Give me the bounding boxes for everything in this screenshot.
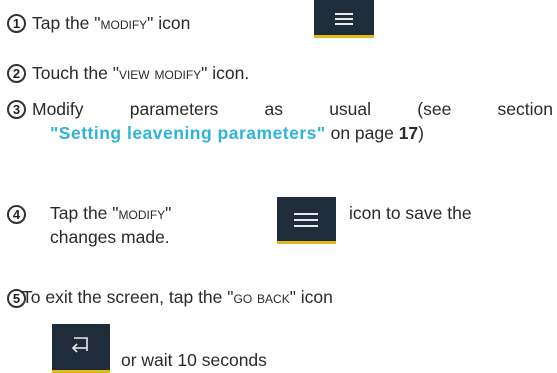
step-4-prefix: Tap the " <box>50 203 119 223</box>
setting-leavening-parameters-link[interactable]: "Setting leavening parameters" <box>50 123 326 143</box>
back-arrow-icon <box>71 337 88 353</box>
step-5-suffix: " icon <box>289 287 333 307</box>
step-2-number: 2 <box>7 64 26 83</box>
step-3-word: section <box>497 99 553 119</box>
step-5-text: To exit the screen, tap the "GO BACK" ic… <box>22 286 333 308</box>
step-3-word: parameters <box>129 99 219 119</box>
step-3-page-number: 17 <box>398 123 419 143</box>
step-5-prefix: To exit the screen, tap the " <box>22 287 234 307</box>
step-4-suffix: " <box>165 203 172 223</box>
step-3-word: (see <box>417 99 452 119</box>
step-3-word: as <box>264 99 283 119</box>
step-3-line-1: Modify parameters as usual (see section <box>32 98 553 120</box>
step-4-line-2: changes made. <box>50 227 170 247</box>
step-4-line-1: Tap the "MODIFY" <box>50 202 171 224</box>
step-3-paren: ) <box>418 123 424 143</box>
step-3-word: Modify <box>32 99 84 119</box>
step-2-prefix: Touch the " <box>32 63 119 83</box>
step-2-suffix: " icon. <box>201 63 250 83</box>
step-4-number: 4 <box>7 205 26 224</box>
step-3-page-prefix: on page <box>325 123 399 143</box>
go-back-icon[interactable] <box>52 324 110 373</box>
modify-icon-2[interactable] <box>277 197 336 244</box>
step-2-keyword: VIEW MODIFY <box>118 63 202 83</box>
step-4-after-icon: icon to save the <box>349 203 472 223</box>
step-2-text: Touch the "VIEW MODIFY" icon. <box>32 62 249 84</box>
step-5-line-2: or wait 10 seconds <box>121 350 267 370</box>
step-1-prefix: Tap the " <box>32 13 101 33</box>
step-3-line-2: "Setting leavening parameters" on page 1… <box>50 122 424 144</box>
step-3-word: usual <box>329 99 372 119</box>
step-1-suffix: " icon <box>147 13 191 33</box>
step-1-keyword: MODIFY <box>100 13 148 33</box>
step-5-keyword: GO BACK <box>233 287 290 307</box>
step-1-number: 1 <box>7 14 26 33</box>
modify-icon-1[interactable] <box>314 0 374 38</box>
step-3-number: 3 <box>7 100 26 119</box>
step-4-keyword: MODIFY <box>118 203 166 223</box>
step-1-text: Tap the "MODIFY" icon <box>32 12 190 34</box>
